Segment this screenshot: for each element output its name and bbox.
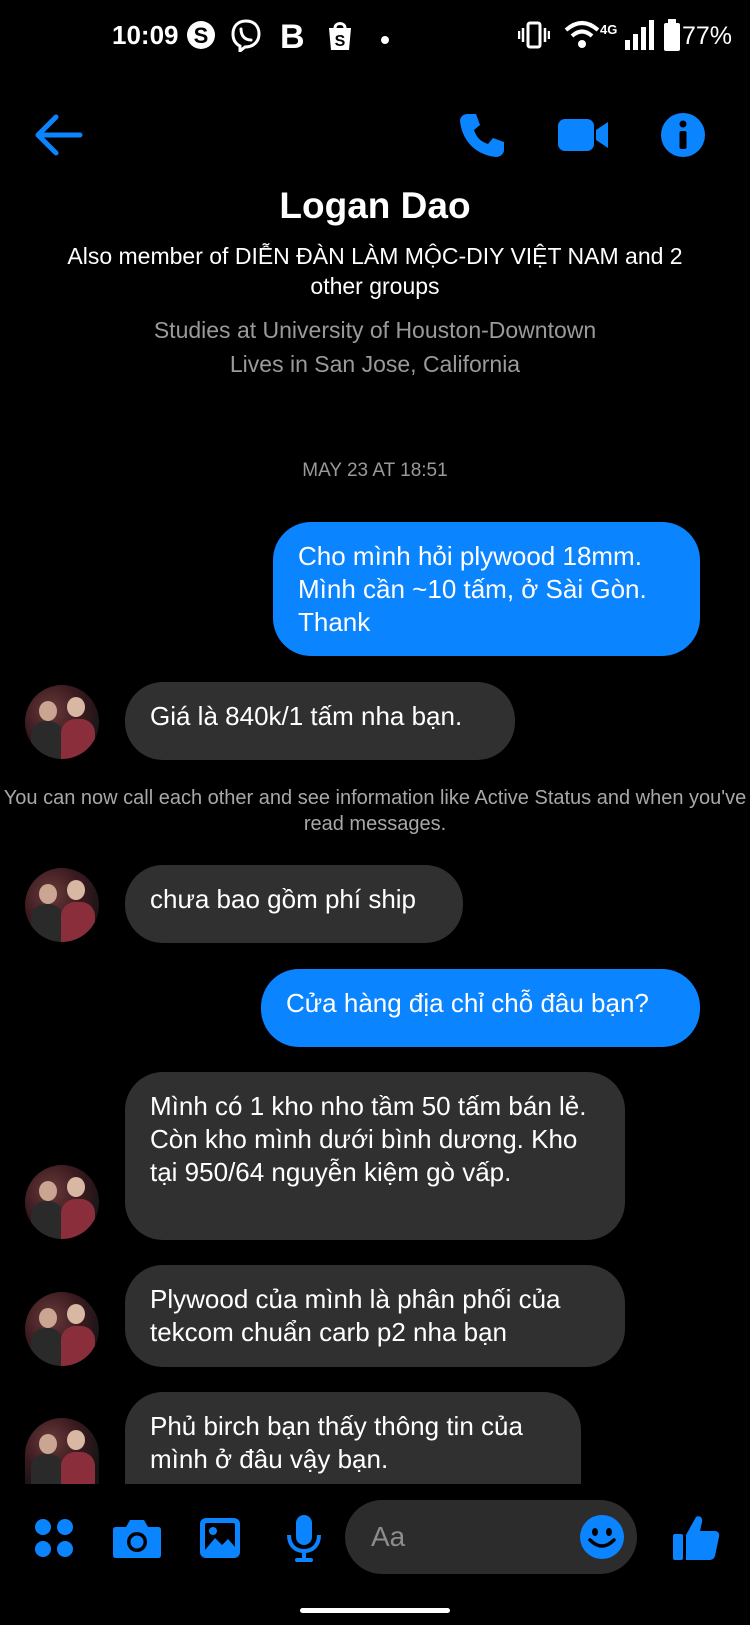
message-input-placeholder: Aa <box>371 1521 406 1552</box>
emoji-icon <box>580 1515 624 1559</box>
microphone-icon <box>287 1515 321 1562</box>
vibrate-icon <box>517 18 551 57</box>
skype-icon: S <box>186 18 216 57</box>
emoji-button[interactable] <box>579 1514 625 1565</box>
avatar[interactable] <box>25 868 99 942</box>
contact-header: Logan Dao Also member of DIỄN ĐÀN LÀM MỘ… <box>0 180 750 381</box>
status-bar: 10:09 S B S 4G 77% <box>0 0 750 76</box>
thread-timestamp: MAY 23 AT 18:51 <box>302 460 448 481</box>
phone-icon <box>460 114 504 157</box>
message-composer: Aa <box>0 1498 750 1578</box>
gallery-button[interactable] <box>190 1508 250 1568</box>
battery-icon <box>662 18 682 57</box>
b-app-icon: B <box>278 18 308 59</box>
contact-study: Studies at University of Houston-Downtow… <box>153 317 597 343</box>
video-camera-icon <box>558 119 608 151</box>
incoming-message[interactable]: Plywood của mình là phân phối của tekcom… <box>125 1265 625 1367</box>
outgoing-message[interactable]: Cho mình hỏi plywood 18mm. Mình cần ~10 … <box>273 522 700 656</box>
back-arrow-icon <box>35 114 83 156</box>
message-input[interactable]: Aa <box>345 1500 637 1574</box>
incoming-message[interactable]: Phủ birch bạn thấy thông tin của mình ở … <box>125 1392 581 1484</box>
gallery-icon <box>200 1518 240 1558</box>
avatar[interactable] <box>25 1165 99 1239</box>
signal-icon <box>624 18 654 57</box>
thumbs-up-icon <box>673 1516 720 1560</box>
svg-text:S: S <box>335 33 346 50</box>
voice-record-button[interactable] <box>274 1508 334 1568</box>
info-button[interactable] <box>648 100 718 170</box>
avatar[interactable] <box>25 1292 99 1366</box>
incoming-message[interactable]: chưa bao gồm phí ship <box>125 865 463 943</box>
avatar[interactable] <box>25 685 99 759</box>
video-call-button[interactable] <box>548 100 618 170</box>
home-indicator[interactable] <box>300 1608 450 1613</box>
system-notice: You can now call each other and see info… <box>3 787 747 835</box>
wifi-icon <box>564 18 600 57</box>
mutual-groups: Also member of DIỄN ĐÀN LÀM MỘC-DIY VIỆT… <box>67 243 683 299</box>
shopping-bag-icon: S <box>325 18 355 57</box>
incoming-message[interactable]: Giá là 840k/1 tấm nha bạn. <box>125 682 515 760</box>
apps-grid-icon <box>35 1519 73 1557</box>
back-button[interactable] <box>24 100 94 170</box>
svg-text:B: B <box>280 18 305 54</box>
battery-percentage: 77% <box>681 22 732 50</box>
status-time: 10:09 <box>112 20 179 50</box>
camera-icon <box>113 1520 161 1558</box>
outgoing-message[interactable]: Cửa hàng địa chỉ chỗ đâu bạn? <box>261 969 700 1047</box>
conversation-toolbar <box>0 100 750 170</box>
voice-call-button[interactable] <box>447 100 517 170</box>
more-actions-button[interactable] <box>24 1508 84 1568</box>
notification-dot-icon <box>380 32 390 50</box>
network-type: 4G <box>600 22 618 37</box>
svg-text:S: S <box>194 23 209 48</box>
avatar[interactable] <box>25 1418 99 1484</box>
incoming-message[interactable]: Mình có 1 kho nho tầm 50 tấm bán lẻ. Còn… <box>125 1072 625 1240</box>
contact-location: Lives in San Jose, California <box>229 351 521 377</box>
viber-icon <box>230 18 262 57</box>
like-button[interactable] <box>666 1508 726 1568</box>
camera-button[interactable] <box>107 1508 167 1568</box>
info-icon <box>661 113 705 157</box>
contact-name[interactable]: Logan Dao <box>0 185 750 227</box>
